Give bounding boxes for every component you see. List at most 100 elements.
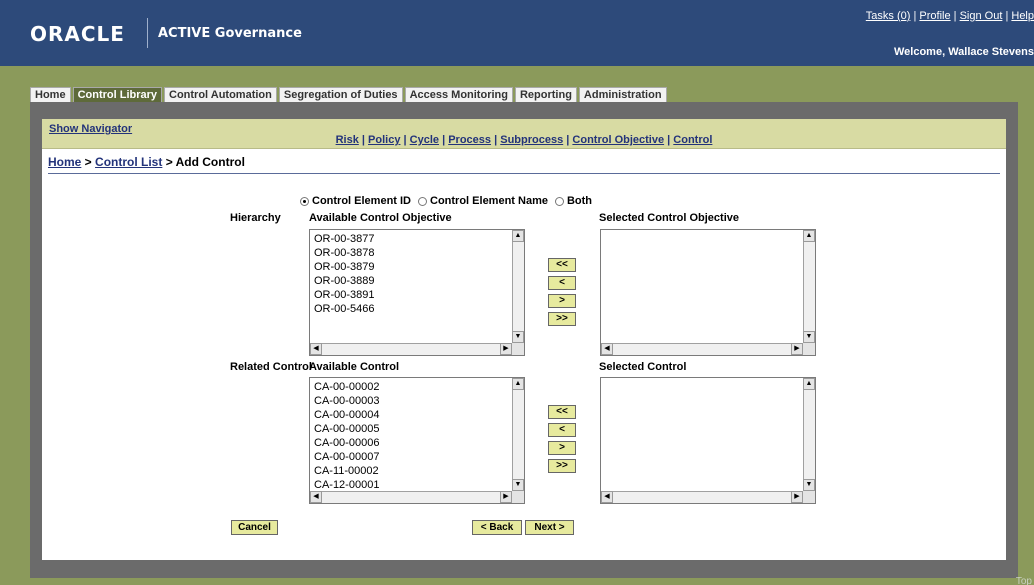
page-title: Add Control <box>175 155 245 169</box>
list-items: OR-00-3877 OR-00-3878 OR-00-3879 OR-00-3889… <box>314 232 375 316</box>
nav-process-link[interactable]: Process <box>448 134 491 146</box>
list-item[interactable]: CA-00-00006 <box>314 436 379 450</box>
nav-policy-link[interactable]: Policy <box>368 134 400 146</box>
scroll-corner <box>512 343 524 355</box>
tab-home[interactable]: Home <box>30 87 71 103</box>
sign-out-link[interactable]: Sign Out <box>960 10 1003 22</box>
move-right-button[interactable]: > <box>548 441 576 455</box>
scroll-right-icon[interactable]: ▶ <box>500 343 512 355</box>
breadcrumb: Home > Control List > Add Control <box>48 155 245 169</box>
vertical-scrollbar[interactable]: ▲ ▼ <box>512 230 524 343</box>
move-all-right-button[interactable]: >> <box>548 459 576 473</box>
profile-link[interactable]: Profile <box>919 10 950 22</box>
help-link[interactable]: Help <box>1011 10 1034 22</box>
radio-label-name: Control Element Name <box>430 195 548 207</box>
welcome-text: Welcome, Wallace Stevens <box>893 46 1034 58</box>
horizontal-scrollbar[interactable]: ◀ ▶ <box>601 343 803 355</box>
scroll-up-icon[interactable]: ▲ <box>512 230 524 242</box>
list-item[interactable]: CA-00-00007 <box>314 450 379 464</box>
scroll-left-icon[interactable]: ◀ <box>310 491 322 503</box>
tab-reporting[interactable]: Reporting <box>514 87 577 103</box>
tab-control-automation[interactable]: Control Automation <box>164 87 277 103</box>
search-by-radio-group: Control Element ID Control Element Name … <box>300 195 592 207</box>
scroll-right-icon[interactable]: ▶ <box>500 491 512 503</box>
move-all-left-button[interactable]: << <box>548 258 576 272</box>
cancel-button[interactable]: Cancel <box>231 520 278 535</box>
nav-risk-link[interactable]: Risk <box>336 134 359 146</box>
move-right-button[interactable]: > <box>548 294 576 308</box>
horizontal-scrollbar[interactable]: ◀ ▶ <box>310 491 512 503</box>
list-item[interactable]: OR-00-3877 <box>314 232 375 246</box>
selected-control-label: Selected Control <box>599 361 687 373</box>
title-divider <box>48 173 1000 174</box>
list-item[interactable]: CA-12-00001 <box>314 478 379 492</box>
list-item[interactable]: OR-00-3891 <box>314 288 375 302</box>
related-control-label: Related Control <box>230 361 312 373</box>
move-all-right-button[interactable]: >> <box>548 312 576 326</box>
vertical-scrollbar[interactable]: ▲ ▼ <box>803 378 815 491</box>
radio-control-element-name[interactable] <box>418 196 428 206</box>
list-item[interactable]: CA-00-00005 <box>314 422 379 436</box>
nav-control-objective-link[interactable]: Control Objective <box>572 134 664 146</box>
scroll-down-icon[interactable]: ▼ <box>803 479 815 491</box>
radio-label-both: Both <box>566 195 593 207</box>
tasks-link[interactable]: Tasks (0) <box>866 10 911 22</box>
horizontal-scrollbar[interactable]: ◀ ▶ <box>601 491 803 503</box>
scroll-down-icon[interactable]: ▼ <box>512 331 524 343</box>
main-tabs: Home Control Library Control Automation … <box>30 87 667 103</box>
scroll-corner <box>803 491 815 503</box>
vertical-scrollbar[interactable]: ▲ ▼ <box>512 378 524 491</box>
scroll-left-icon[interactable]: ◀ <box>601 343 613 355</box>
scroll-down-icon[interactable]: ▼ <box>512 479 524 491</box>
back-button[interactable]: < Back <box>472 520 522 535</box>
tab-administration[interactable]: Administration <box>578 87 667 103</box>
logo-divider <box>147 18 148 48</box>
tab-control-library[interactable]: Control Library <box>72 87 163 103</box>
list-item[interactable]: OR-00-3878 <box>314 246 375 260</box>
navigator-bar: Show Navigator Risk | Policy | Cycle | P… <box>42 119 1006 149</box>
move-left-button[interactable]: < <box>548 276 576 290</box>
scroll-right-icon[interactable]: ▶ <box>791 343 803 355</box>
scroll-corner <box>803 343 815 355</box>
tab-segregation-of-duties[interactable]: Segregation of Duties <box>278 87 403 103</box>
tab-access-monitoring[interactable]: Access Monitoring <box>404 87 513 103</box>
oracle-logo: ORACLE <box>30 22 125 46</box>
list-item[interactable]: CA-00-00003 <box>314 394 379 408</box>
list-item[interactable]: CA-11-00002 <box>314 464 379 478</box>
scroll-left-icon[interactable]: ◀ <box>601 491 613 503</box>
main-content: Show Navigator Risk | Policy | Cycle | P… <box>42 119 1006 560</box>
top-link[interactable]: Top <box>1016 576 1032 585</box>
move-all-left-button[interactable]: << <box>548 405 576 419</box>
move-left-button[interactable]: < <box>548 423 576 437</box>
horizontal-scrollbar[interactable]: ◀ ▶ <box>310 343 512 355</box>
scroll-up-icon[interactable]: ▲ <box>803 378 815 390</box>
selected-control-list[interactable]: ▲ ▼ ◀ ▶ <box>600 377 816 504</box>
breadcrumb-control-list-link[interactable]: Control List <box>95 155 162 169</box>
hierarchy-label: Hierarchy <box>230 212 281 224</box>
scroll-up-icon[interactable]: ▲ <box>803 230 815 242</box>
list-item[interactable]: OR-00-3889 <box>314 274 375 288</box>
radio-both[interactable] <box>554 196 564 206</box>
list-item[interactable]: OR-00-5466 <box>314 302 375 316</box>
radio-control-element-id[interactable] <box>300 196 309 206</box>
next-button[interactable]: Next > <box>525 520 574 535</box>
nav-cycle-link[interactable]: Cycle <box>410 134 439 146</box>
selected-objective-label: Selected Control Objective <box>599 212 739 224</box>
scroll-left-icon[interactable]: ◀ <box>310 343 322 355</box>
hierarchy-breadcrumb: Risk | Policy | Cycle | Process | Subpro… <box>335 134 713 146</box>
selected-objective-list[interactable]: ▲ ▼ ◀ ▶ <box>600 229 816 356</box>
vertical-scrollbar[interactable]: ▲ ▼ <box>803 230 815 343</box>
scroll-up-icon[interactable]: ▲ <box>512 378 524 390</box>
breadcrumb-home-link[interactable]: Home <box>48 155 81 169</box>
available-control-list[interactable]: CA-00-00002 CA-00-00003 CA-00-00004 CA-00-0… <box>309 377 525 504</box>
scroll-down-icon[interactable]: ▼ <box>803 331 815 343</box>
product-name: ACTIVE Governance <box>158 26 302 41</box>
list-item[interactable]: CA-00-00004 <box>314 408 379 422</box>
list-item[interactable]: OR-00-3879 <box>314 260 375 274</box>
list-item[interactable]: CA-00-00002 <box>314 380 379 394</box>
nav-control-link[interactable]: Control <box>673 134 712 146</box>
available-objective-list[interactable]: OR-00-3877 OR-00-3878 OR-00-3879 OR-00-3889… <box>309 229 525 356</box>
available-objective-label: Available Control Objective <box>309 212 452 224</box>
scroll-right-icon[interactable]: ▶ <box>791 491 803 503</box>
nav-subprocess-link[interactable]: Subprocess <box>500 134 563 146</box>
